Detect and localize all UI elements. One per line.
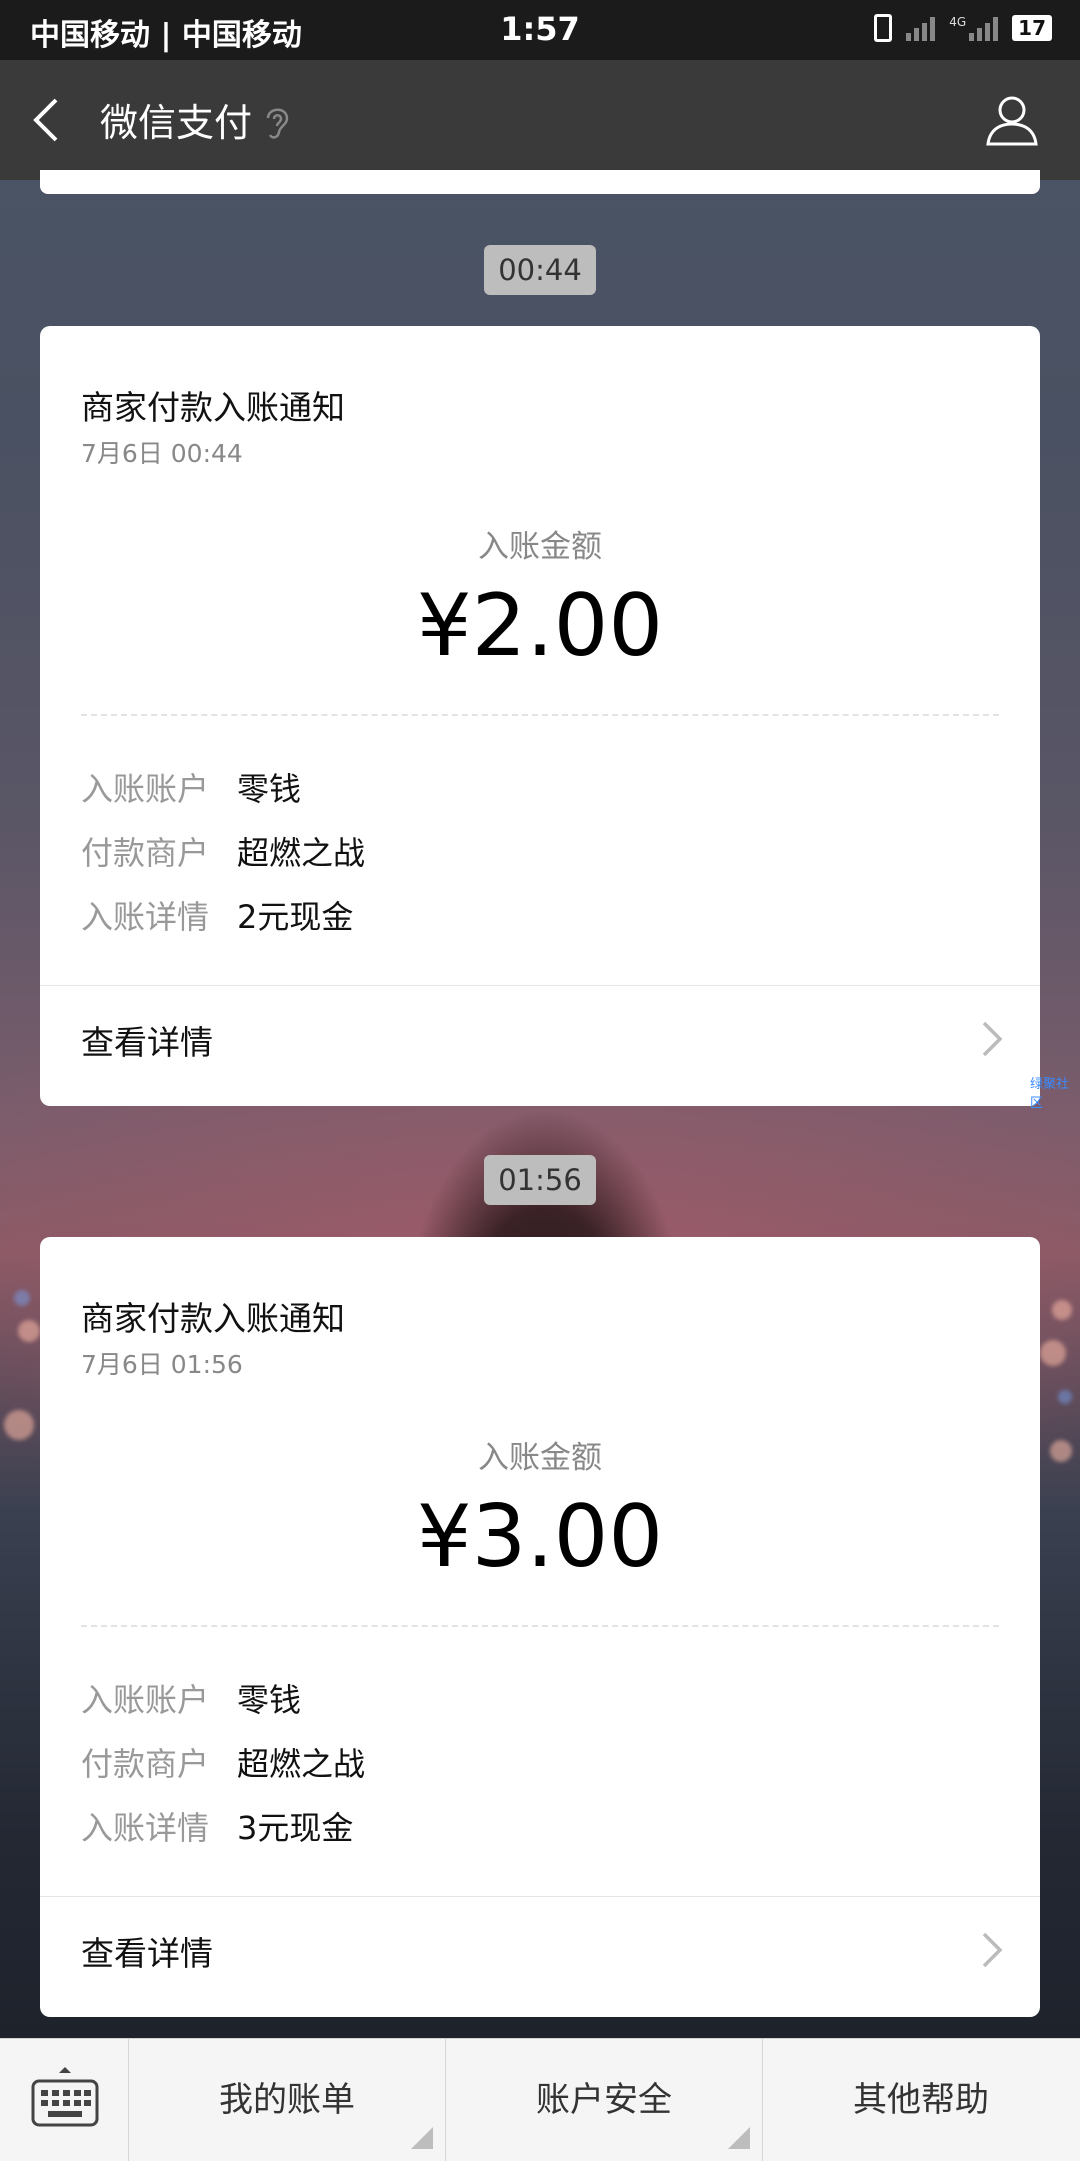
notification-date: 7月6日 00:44 [81,439,243,468]
divider [40,1896,1040,1897]
amount-label: 入账金额 [478,1440,602,1476]
bokeh-light [18,1320,40,1342]
bokeh-light [1058,1390,1072,1404]
info-row-detail: 入账详情 3元现金 [81,1803,353,1849]
submenu-indicator-icon [728,2127,750,2149]
watermark: 绿聚社区 [1030,1077,1070,1111]
view-details-link[interactable]: 查看详情 [81,1016,213,1064]
official-account-profile-icon[interactable] [984,94,1040,148]
bokeh-light [1052,1300,1072,1320]
status-bar: 中国移动 | 中国移动 1:57 4G 17 [0,0,1080,60]
menu-account-security[interactable]: 账户安全 [446,2039,763,2161]
info-key: 付款商户 [81,1745,210,1783]
notification-title: 商家付款入账通知 [81,388,345,427]
previous-message-card [40,170,1040,194]
info-value: 超燃之战 [237,1745,366,1783]
info-value: 3元现金 [237,1809,354,1847]
info-value: 零钱 [237,1681,302,1719]
info-key: 入账账户 [81,1681,210,1719]
bokeh-light [1050,1440,1072,1462]
chevron-right-icon [982,1932,1003,1968]
menu-my-bills[interactable]: 我的账单 [129,2039,446,2161]
earpiece-mode-icon [266,108,289,139]
bottom-menu-bar: 我的账单 账户安全 其他帮助 [0,2038,1080,2161]
info-row-merchant: 付款商户 超燃之战 [81,1739,365,1785]
amount-label: 入账金额 [478,529,602,565]
keyboard-toggle-button[interactable] [0,2039,129,2161]
vibrate-icon [874,14,893,42]
keyboard-icon [31,2067,99,2127]
signal-4g-icon: 4G [949,15,999,41]
dashed-divider [81,714,999,716]
bokeh-light [14,1290,30,1306]
view-details-link[interactable]: 查看详情 [81,1927,213,1975]
message-timestamp: 00:44 [0,245,1080,295]
notification-date: 7月6日 01:56 [81,1350,243,1379]
back-arrow-icon[interactable] [26,96,72,144]
info-key: 入账详情 [81,1809,210,1847]
info-row-account: 入账账户 零钱 [81,764,301,810]
bokeh-light [1040,1340,1066,1366]
info-value: 超燃之战 [237,834,366,872]
menu-other-help[interactable]: 其他帮助 [763,2039,1079,2161]
info-key: 付款商户 [81,834,210,872]
battery-icon: 17 [1012,15,1052,41]
payment-notification-card[interactable]: 商家付款入账通知 7月6日 00:44 入账金额 ¥2.00 入账账户 零钱 付款… [40,326,1040,1106]
amount-value: ¥3.00 [416,1487,664,1587]
dashed-divider [81,1625,999,1627]
amount-value: ¥2.00 [416,576,664,676]
divider [40,985,1040,986]
info-value: 零钱 [237,770,302,808]
info-row-detail: 入账详情 2元现金 [81,892,353,938]
info-key: 入账账户 [81,770,210,808]
page-title: 微信支付 [100,101,253,145]
chevron-right-icon [982,1021,1003,1057]
info-key: 入账详情 [81,898,210,936]
nav-bar: 微信支付 [0,60,1080,180]
payment-notification-card[interactable]: 商家付款入账通知 7月6日 01:56 入账金额 ¥3.00 入账账户 零钱 付款… [40,1237,1040,2017]
info-value: 2元现金 [237,898,354,936]
info-row-account: 入账账户 零钱 [81,1675,301,1721]
notification-title: 商家付款入账通知 [81,1299,345,1338]
signal-icon [906,15,936,41]
message-timestamp: 01:56 [0,1155,1080,1205]
info-row-merchant: 付款商户 超燃之战 [81,828,365,874]
submenu-indicator-icon [411,2127,433,2149]
bokeh-light [4,1410,34,1440]
status-icons: 4G 17 [874,14,1052,42]
